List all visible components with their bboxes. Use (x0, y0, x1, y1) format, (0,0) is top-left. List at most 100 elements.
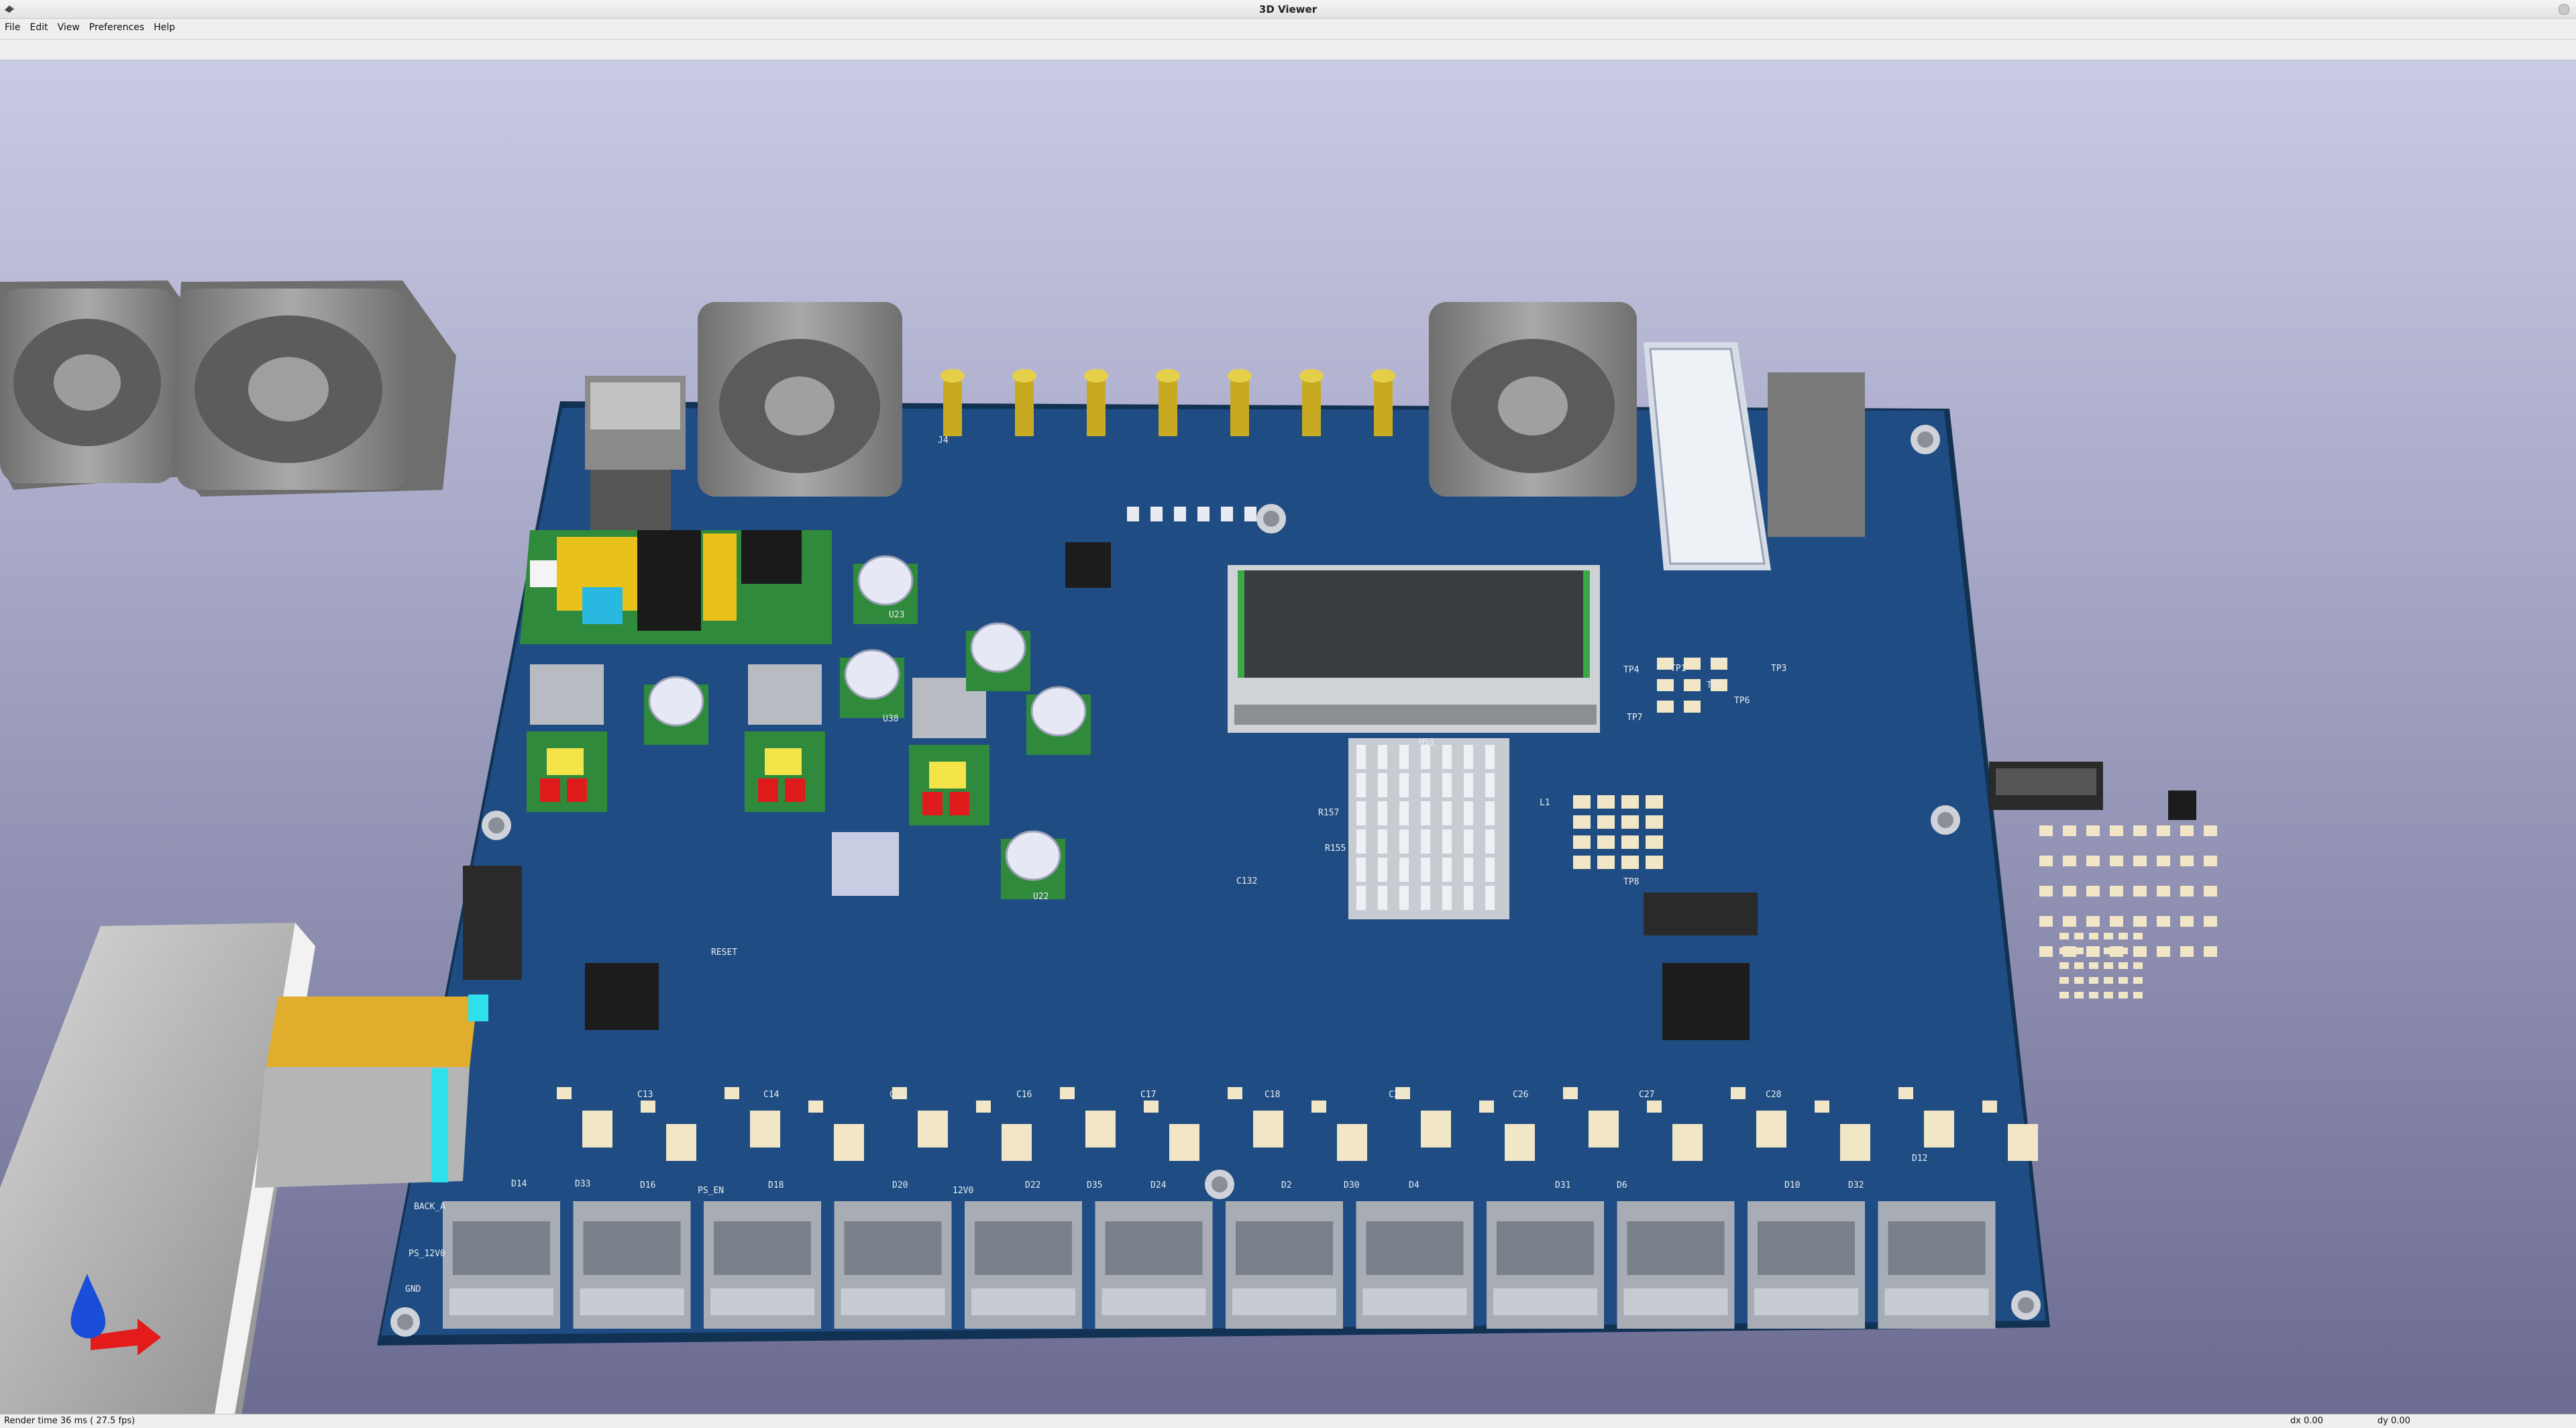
smd-inductor (1337, 1124, 1367, 1161)
loose-smd (2133, 856, 2147, 866)
title-bar: 3D Viewer (0, 0, 2576, 19)
heatsink-pin (1378, 745, 1387, 769)
red-cap (540, 778, 560, 802)
electrolytic-cap (857, 555, 914, 606)
sma-connector-tip (1228, 369, 1252, 382)
loose-smd (2086, 886, 2100, 897)
3d-viewport[interactable]: RESET BACK_A PS_12V0 GND PS_EN D14 D33 D16 D18 D2… (0, 60, 2576, 1414)
smd-testpoint-pad (1646, 856, 1663, 869)
loose-smd (2118, 962, 2128, 969)
power-module (520, 530, 832, 644)
smd-cap (1563, 1087, 1578, 1099)
chip-fpga (1662, 963, 1750, 1040)
header-right (1644, 892, 1758, 935)
heatsink-pin (1356, 801, 1366, 825)
heatsink-pin (1485, 886, 1495, 910)
sas-connector-port (714, 1221, 811, 1275)
loose-smd (2157, 825, 2170, 836)
heatsink-pin (1356, 745, 1366, 769)
menu-help[interactable]: Help (149, 19, 180, 33)
silkscreen-label: D6 (1617, 1180, 1627, 1190)
menu-preferences[interactable]: Preferences (85, 19, 149, 33)
smd-cap (1731, 1087, 1746, 1099)
loose-smd (2039, 886, 2053, 897)
heatsink-pin (1378, 801, 1387, 825)
loose-smd (2157, 856, 2170, 866)
loose-smd (2089, 948, 2098, 954)
loose-smd (2086, 856, 2100, 866)
dcdc-module-body (530, 664, 604, 725)
loose-smd (2074, 992, 2084, 999)
silkscreen-label: U22 (1033, 892, 1049, 902)
loose-smd (2039, 856, 2053, 866)
mounting-hole-center (1212, 1176, 1228, 1192)
module-silver (832, 832, 899, 896)
loose-smd (2104, 992, 2113, 999)
loose-smd (2063, 886, 2076, 897)
sma-connector-tip (1371, 369, 1395, 382)
heatsink-pin (1442, 773, 1452, 797)
smd-inductor (1421, 1111, 1451, 1148)
silkscreen-label: C17 (1140, 1090, 1156, 1100)
smd-cap (1898, 1087, 1913, 1099)
heatsink-pin (1421, 745, 1430, 769)
smd-led (1174, 507, 1186, 521)
dy-readout: dy 0.00 (2377, 1416, 2411, 1426)
mounting-hole-center (1917, 431, 1933, 448)
silkscreen-label: D30 (1344, 1180, 1359, 1190)
electrolytic-cap (970, 622, 1026, 673)
electrolytic-cap (844, 649, 900, 700)
sas-connector-lip (1232, 1288, 1336, 1315)
heatsink-pin (1378, 858, 1387, 882)
sas-connector-lip (1493, 1288, 1597, 1315)
sma-connector (1230, 376, 1249, 436)
mounting-hole-center (2018, 1297, 2034, 1313)
sas-connector-lip (1102, 1288, 1206, 1315)
loose-smd (2059, 977, 2069, 984)
silkscreen-label: PS_12V0 (409, 1249, 445, 1259)
header-jtag (463, 866, 522, 980)
sas-connector-lip (1884, 1288, 1989, 1315)
smd-inductor (918, 1111, 948, 1148)
heatsink-pin (1378, 773, 1387, 797)
silkscreen-label: R155 (1325, 844, 1346, 854)
fan-left-2 (171, 280, 456, 497)
heatsink-pin (1356, 858, 1366, 882)
silkscreen-label: 12V0 (953, 1186, 973, 1196)
silkscreen-label: HS1 (1419, 737, 1434, 748)
loose-smd (2118, 933, 2128, 939)
loose-smd (2118, 992, 2128, 999)
smd-led (1244, 507, 1256, 521)
silkscreen-label: C25 (1389, 1090, 1404, 1100)
loose-smd (2157, 886, 2170, 897)
menu-file[interactable]: File (0, 19, 25, 33)
menu-edit[interactable]: Edit (25, 19, 52, 33)
sas-connector-port (453, 1221, 550, 1275)
window-menu-button[interactable] (2559, 4, 2569, 15)
red-cap (922, 792, 943, 815)
heatsink-pin (1442, 801, 1452, 825)
heatsink-pin (1464, 886, 1473, 910)
heatsink-pin (1378, 886, 1387, 910)
pcb-3d-render[interactable]: RESET BACK_A PS_12V0 GND PS_EN D14 D33 D16 D18 D2… (0, 60, 2576, 1414)
menu-view[interactable]: View (53, 19, 85, 33)
loose-smd (2180, 946, 2194, 957)
heatsink-pin (1399, 829, 1409, 854)
smd-cap (1684, 679, 1701, 691)
chip-clock (1065, 542, 1111, 588)
smd-inductor (1840, 1124, 1870, 1161)
smd-led (1221, 507, 1233, 521)
electrolytic-cap (1005, 830, 1061, 881)
smd-cap (724, 1087, 739, 1099)
smd-cap (1311, 1101, 1326, 1113)
heatsink-pin (1356, 829, 1366, 854)
sas-connector-lip (449, 1288, 553, 1315)
smd-inductor (1589, 1111, 1619, 1148)
smd-inductor (1002, 1124, 1032, 1161)
loose-smd (2118, 977, 2128, 984)
loose-smd (2074, 948, 2084, 954)
silkscreen-label: D16 (640, 1180, 655, 1190)
silkscreen-label: C132 (1236, 876, 1257, 886)
heatsink-pin (1485, 773, 1495, 797)
heatsink (1348, 738, 1509, 919)
